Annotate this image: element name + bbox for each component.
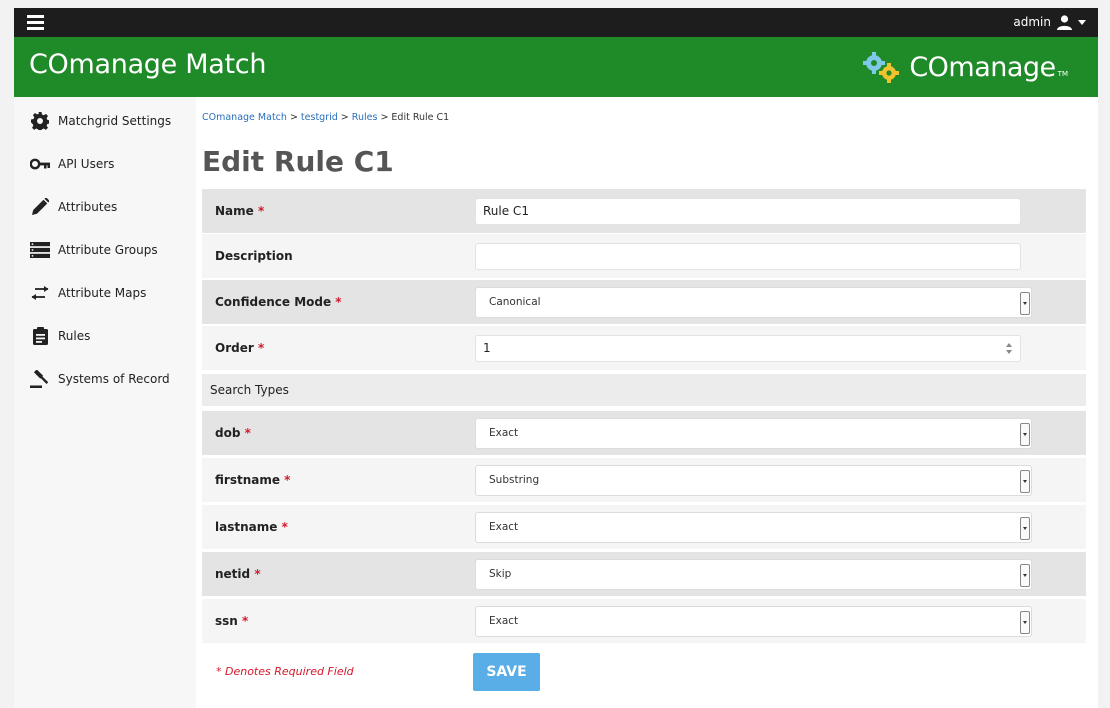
required-marker: * <box>257 204 265 218</box>
form-row-name: Name * Rule C1 <box>202 189 1086 233</box>
save-button[interactable]: SAVE <box>473 653 540 691</box>
select-value: Exact <box>489 427 519 439</box>
breadcrumb-link-home[interactable]: COmanage Match <box>202 112 287 123</box>
sidebar-item-systems-of-record[interactable]: Systems of Record <box>30 370 170 388</box>
sidebar-item-attributes[interactable]: Attributes <box>30 198 117 216</box>
comanage-logo-icon <box>863 52 900 83</box>
form-row-search-type-dob: dob * Exact <box>202 411 1086 455</box>
form-row-search-type-netid: netid * Skip <box>202 552 1086 596</box>
field-label: dob * <box>215 426 251 440</box>
dob-search-type-select[interactable]: Exact <box>475 417 1032 449</box>
sidebar-item-label: API Users <box>58 157 115 171</box>
app-title[interactable]: COmanage Match <box>29 49 266 80</box>
chevron-down-icon <box>1020 469 1030 493</box>
select-value: Canonical <box>489 296 541 308</box>
sidebar-item-matchgrid-settings[interactable]: Matchgrid Settings <box>30 112 171 130</box>
sidebar-item-api-users[interactable]: API Users <box>30 155 114 173</box>
confidence-mode-select[interactable]: Canonical <box>475 286 1032 318</box>
brand-name: COmanage <box>909 51 1056 83</box>
field-label: netid * <box>215 567 261 581</box>
clipboard-icon <box>30 327 50 345</box>
sidebar-item-attribute-groups[interactable]: Attribute Groups <box>30 241 158 259</box>
chevron-down-icon <box>1020 291 1030 315</box>
required-marker: * <box>284 473 291 487</box>
required-marker: * <box>257 341 265 355</box>
field-label: Description <box>215 249 293 263</box>
netid-search-type-select[interactable]: Skip <box>475 558 1032 590</box>
required-field-note: * Denotes Required Field <box>216 665 354 678</box>
sidebar-item-label: Attribute Maps <box>58 286 147 300</box>
breadcrumb-current: Edit Rule C1 <box>391 112 450 123</box>
app-banner: COmanage Match COmanage TM <box>14 37 1098 97</box>
name-field[interactable]: Rule C1 <box>475 197 1021 225</box>
caret-down-icon <box>1078 19 1086 25</box>
user-icon <box>1057 14 1072 30</box>
search-types-header: Search Types <box>202 374 1086 406</box>
form-row-search-type-lastname: lastname * Exact <box>202 505 1086 549</box>
required-marker: * <box>244 426 251 440</box>
sidebar-item-label: Attributes <box>58 200 118 214</box>
required-marker: * <box>281 520 288 534</box>
field-label: Name * <box>215 204 265 218</box>
breadcrumb-separator: > <box>337 112 352 123</box>
key-icon <box>30 155 50 173</box>
exchange-arrows-icon <box>30 284 50 302</box>
gear-icon <box>30 112 50 130</box>
chevron-down-icon <box>1020 422 1030 446</box>
sidebar-item-label: Systems of Record <box>58 372 170 386</box>
top-bar: admin <box>14 8 1098 37</box>
form-row-order: Order * 1 <box>202 326 1086 370</box>
breadcrumb-link-matchgrid[interactable]: testgrid <box>301 112 338 123</box>
section-title: Search Types <box>210 383 289 397</box>
gavel-icon <box>30 370 50 388</box>
sidebar-item-label: Matchgrid Settings <box>58 114 172 128</box>
chevron-down-icon <box>1020 610 1030 634</box>
select-value: Exact <box>489 521 519 533</box>
field-label: lastname * <box>215 520 288 534</box>
sidebar-item-label: Attribute Groups <box>58 243 158 257</box>
breadcrumb-separator: > <box>377 112 392 123</box>
number-spinner-icon[interactable] <box>1005 342 1012 354</box>
form-row-search-type-ssn: ssn * Exact <box>202 599 1086 643</box>
user-menu-label: admin <box>1013 15 1051 29</box>
field-label: ssn * <box>215 614 249 628</box>
form-row-description: Description <box>202 234 1086 278</box>
sidebar: Matchgrid Settings API Users Attributes <box>14 97 196 708</box>
description-field[interactable] <box>475 242 1021 270</box>
hamburger-menu-icon[interactable] <box>27 15 44 30</box>
brand-logo: COmanage TM <box>861 51 1068 83</box>
chevron-down-icon <box>1020 563 1030 587</box>
field-label: firstname * <box>215 473 291 487</box>
required-marker: * <box>242 614 249 628</box>
brand-trademark: TM <box>1057 70 1068 78</box>
sidebar-item-rules[interactable]: Rules <box>30 327 90 345</box>
select-value: Skip <box>489 568 512 580</box>
required-marker: * <box>335 295 342 309</box>
name-field-value: Rule C1 <box>483 204 529 218</box>
form-row-confidence-mode: Confidence Mode * Canonical <box>202 280 1086 324</box>
page-title: Edit Rule C1 <box>202 145 394 178</box>
order-number-field[interactable]: 1 <box>475 334 1021 362</box>
breadcrumb: COmanage Match > testgrid > Rules > Edit… <box>202 112 449 123</box>
pencil-icon <box>30 198 50 216</box>
select-value: Exact <box>489 615 519 627</box>
lastname-search-type-select[interactable]: Exact <box>475 511 1032 543</box>
user-menu[interactable]: admin <box>1013 12 1086 32</box>
chevron-down-icon <box>1020 516 1030 540</box>
breadcrumb-link-rules[interactable]: Rules <box>352 112 378 123</box>
select-value: Substring <box>489 474 540 486</box>
sidebar-item-label: Rules <box>58 329 91 343</box>
field-label: Order * <box>215 341 265 355</box>
form-row-search-type-firstname: firstname * Substring <box>202 458 1086 502</box>
main-content: COmanage Match > testgrid > Rules > Edit… <box>196 97 1098 708</box>
sidebar-item-attribute-maps[interactable]: Attribute Maps <box>30 284 146 302</box>
ssn-search-type-select[interactable]: Exact <box>475 605 1032 637</box>
breadcrumb-separator: > <box>286 112 301 123</box>
field-label: Confidence Mode * <box>215 295 342 309</box>
required-marker: * <box>254 567 261 581</box>
firstname-search-type-select[interactable]: Substring <box>475 464 1032 496</box>
order-field-value: 1 <box>483 341 491 355</box>
server-icon <box>30 241 50 259</box>
